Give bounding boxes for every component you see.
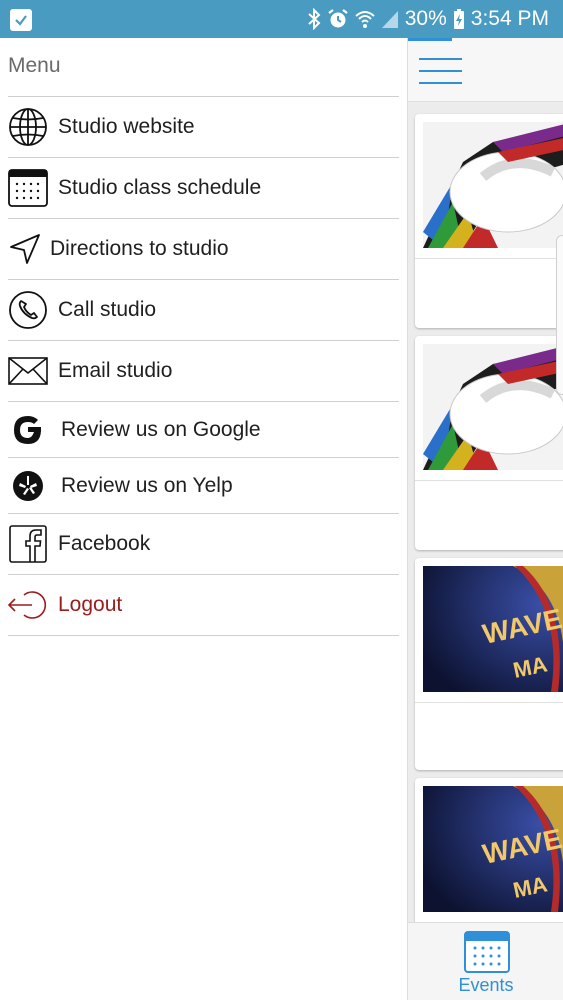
alarm-icon — [327, 8, 349, 30]
menu-item-email-studio[interactable]: Email studio — [8, 341, 399, 402]
globe-icon — [8, 107, 48, 147]
menu-item-studio-website[interactable]: Studio website — [8, 97, 399, 158]
logout-icon — [8, 585, 48, 625]
menu-item-label: Facebook — [58, 532, 151, 555]
hamburger-menu-icon[interactable] — [419, 58, 462, 84]
facebook-icon — [8, 524, 48, 564]
event-image-belt — [423, 344, 563, 470]
event-image-wave: WAVE MA — [423, 786, 563, 912]
events-tab-label[interactable]: Events — [408, 975, 563, 996]
menu-item-review-google[interactable]: Review us on Google — [8, 402, 399, 458]
menu-title: Menu — [8, 54, 61, 77]
menu-item-label: Email studio — [58, 359, 173, 382]
notification-check-icon — [10, 9, 32, 31]
menu-item-directions[interactable]: Directions to studio — [8, 219, 399, 280]
menu-item-label: Call studio — [58, 298, 157, 321]
phone-icon — [8, 290, 48, 330]
signal-icon — [381, 9, 399, 29]
wifi-icon — [355, 9, 375, 29]
menu-item-label: Directions to studio — [50, 237, 229, 260]
menu-item-logout[interactable]: Logout — [8, 575, 399, 636]
google-icon — [8, 410, 48, 450]
bluetooth-icon — [307, 8, 321, 30]
menu-list: Studio website Studio class schedule Dir… — [8, 96, 399, 636]
bottom-nav: Events — [408, 922, 563, 1000]
calendar-icon — [8, 168, 48, 208]
event-card[interactable] — [415, 336, 563, 550]
menu-item-class-schedule[interactable]: Studio class schedule — [8, 158, 399, 219]
app-header — [408, 38, 563, 102]
yelp-icon — [8, 466, 48, 506]
navigation-arrow-icon — [8, 229, 42, 269]
tab-indicator — [408, 38, 452, 41]
drawer-edge-handle[interactable] — [556, 235, 563, 395]
navigation-drawer: Menu Studio website Studio class schedul… — [0, 38, 407, 1000]
events-panel: WAVE MA WAVE MA Events — [407, 38, 563, 1000]
event-image-belt — [423, 122, 563, 248]
event-card[interactable]: WAVE MA — [415, 558, 563, 770]
envelope-icon — [8, 351, 48, 391]
menu-item-label: Logout — [58, 593, 123, 616]
battery-charging-icon — [453, 8, 465, 30]
menu-item-label: Review us on Yelp — [61, 473, 233, 497]
menu-item-call-studio[interactable]: Call studio — [8, 280, 399, 341]
event-card[interactable] — [415, 114, 563, 328]
status-bar: 30% 3:54 PM — [0, 0, 563, 38]
status-time: 3:54 PM — [470, 7, 549, 30]
menu-item-label: Studio website — [58, 115, 195, 138]
battery-percent: 30% — [404, 7, 447, 30]
menu-item-review-yelp[interactable]: Review us on Yelp — [8, 458, 399, 514]
menu-item-label: Studio class schedule — [58, 176, 262, 199]
event-image-wave: WAVE MA — [423, 566, 563, 692]
menu-item-label: Review us on Google — [61, 417, 261, 441]
calendar-icon[interactable] — [463, 928, 511, 974]
menu-item-facebook[interactable]: Facebook — [8, 514, 399, 575]
